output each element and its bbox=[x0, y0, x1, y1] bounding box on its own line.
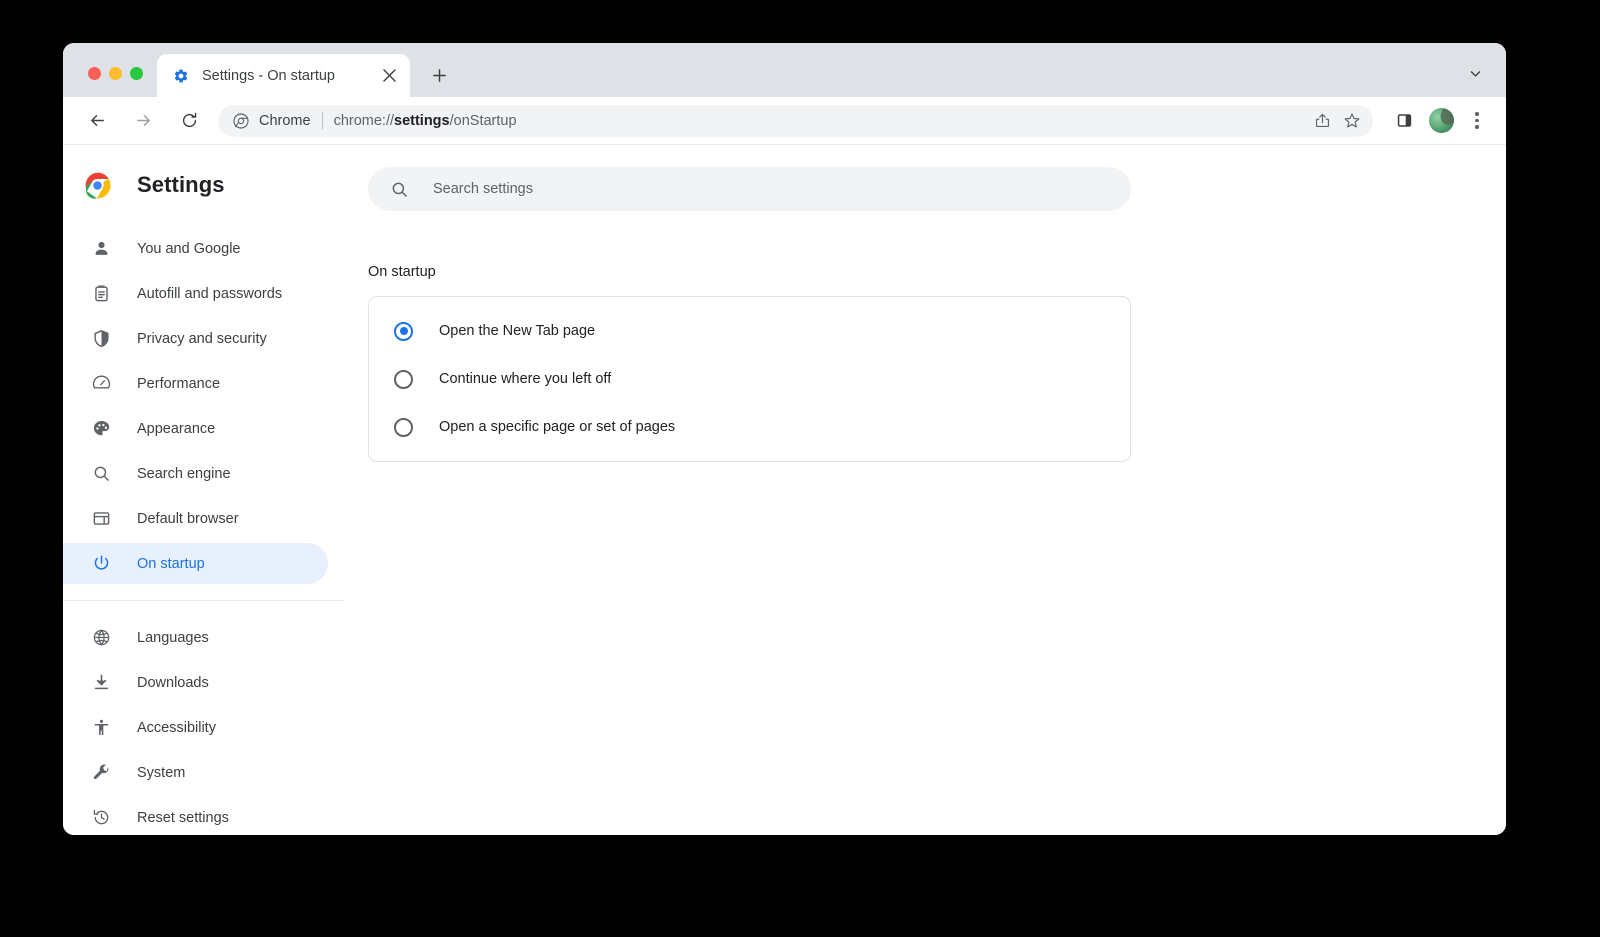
plus-icon bbox=[432, 68, 447, 83]
gear-icon bbox=[172, 67, 189, 84]
maximize-window-button[interactable] bbox=[130, 67, 143, 80]
url-prefix: chrome:// bbox=[334, 113, 394, 129]
on-startup-options-card: Open the New Tab page Continue where you… bbox=[368, 296, 1131, 462]
chevron-down-icon bbox=[1469, 67, 1482, 80]
sidebar-item-privacy-and-security[interactable]: Privacy and security bbox=[63, 318, 328, 359]
forward-button[interactable] bbox=[128, 106, 158, 136]
close-window-button[interactable] bbox=[88, 67, 101, 80]
sidebar-item-languages[interactable]: Languages bbox=[63, 617, 328, 658]
sidebar-item-you-and-google[interactable]: You and Google bbox=[63, 228, 328, 269]
browser-toolbar: Chrome chrome://settings/onStartup bbox=[63, 97, 1506, 145]
search-icon bbox=[91, 464, 111, 484]
radio-label: Open the New Tab page bbox=[439, 323, 595, 339]
settings-header: Settings bbox=[63, 162, 345, 208]
search-settings-bar[interactable] bbox=[368, 167, 1131, 211]
settings-nav-secondary: Languages Downloads bbox=[63, 615, 345, 835]
radio-option-open-new-tab-page[interactable]: Open the New Tab page bbox=[369, 307, 1130, 355]
settings-page: Settings You and Google bbox=[63, 145, 1506, 835]
sidebar-item-search-engine[interactable]: Search engine bbox=[63, 453, 328, 494]
sidebar-item-on-startup[interactable]: On startup bbox=[63, 543, 328, 584]
omnibox-actions bbox=[1307, 106, 1367, 136]
three-dot-menu-icon[interactable] bbox=[1462, 106, 1492, 136]
back-button[interactable] bbox=[82, 106, 112, 136]
tab-title: Settings - On startup bbox=[202, 68, 378, 84]
toolbar-right-actions bbox=[1383, 106, 1492, 136]
sidebar-item-default-browser[interactable]: Default browser bbox=[63, 498, 328, 539]
radio-option-open-specific-page[interactable]: Open a specific page or set of pages bbox=[369, 403, 1130, 451]
wrench-icon bbox=[91, 763, 111, 783]
url-suffix: /onStartup bbox=[450, 113, 517, 129]
new-tab-button[interactable] bbox=[424, 60, 454, 90]
sidebar-item-label: Accessibility bbox=[137, 720, 216, 736]
sidebar-item-label: Languages bbox=[137, 630, 209, 646]
power-icon bbox=[91, 554, 111, 574]
search-icon bbox=[389, 179, 409, 199]
omnibox-scheme-label: Chrome bbox=[259, 113, 311, 129]
tab-strip: Settings - On startup bbox=[63, 43, 1506, 97]
address-bar[interactable]: Chrome chrome://settings/onStartup bbox=[218, 105, 1373, 137]
radio-label: Open a specific page or set of pages bbox=[439, 419, 675, 435]
share-icon[interactable] bbox=[1307, 106, 1337, 136]
sidebar-item-autofill-and-passwords[interactable]: Autofill and passwords bbox=[63, 273, 328, 314]
sidebar-item-label: Search engine bbox=[137, 466, 231, 482]
sidebar-item-accessibility[interactable]: Accessibility bbox=[63, 707, 328, 748]
sidebar-item-label: Autofill and passwords bbox=[137, 286, 282, 302]
sidebar-item-label: On startup bbox=[137, 556, 205, 572]
radio-option-continue-where-you-left-off[interactable]: Continue where you left off bbox=[369, 355, 1130, 403]
sidebar-divider bbox=[63, 600, 344, 601]
arrow-left-icon bbox=[88, 111, 107, 130]
sidebar-item-label: Privacy and security bbox=[137, 331, 267, 347]
search-input[interactable] bbox=[433, 167, 1131, 211]
chrome-logo bbox=[84, 172, 111, 199]
sidebar-item-performance[interactable]: Performance bbox=[63, 363, 328, 404]
omnibox-url: chrome://settings/onStartup bbox=[334, 113, 1307, 129]
url-bold-segment: settings bbox=[394, 113, 450, 129]
sidebar-item-appearance[interactable]: Appearance bbox=[63, 408, 328, 449]
browser-tab[interactable]: Settings - On startup bbox=[157, 54, 410, 97]
settings-content: On startup Open the New Tab page Continu… bbox=[345, 145, 1506, 835]
clipboard-icon bbox=[91, 284, 111, 304]
reload-button[interactable] bbox=[174, 106, 204, 136]
radio-button[interactable] bbox=[394, 370, 413, 389]
chrome-icon bbox=[232, 112, 249, 129]
star-icon[interactable] bbox=[1337, 106, 1367, 136]
palette-icon bbox=[91, 419, 111, 439]
close-icon[interactable] bbox=[378, 65, 400, 87]
radio-label: Continue where you left off bbox=[439, 371, 611, 387]
avatar[interactable] bbox=[1429, 108, 1454, 133]
person-icon bbox=[91, 239, 111, 259]
arrow-right-icon bbox=[134, 111, 153, 130]
reload-icon bbox=[180, 111, 199, 130]
section-title: On startup bbox=[368, 264, 1506, 280]
sidebar-item-label: You and Google bbox=[137, 241, 240, 257]
speedometer-icon bbox=[91, 374, 111, 394]
omnibox-divider bbox=[322, 112, 323, 129]
settings-sidebar: Settings You and Google bbox=[63, 145, 345, 835]
radio-button[interactable] bbox=[394, 322, 413, 341]
download-icon bbox=[91, 673, 111, 693]
window-controls bbox=[63, 67, 143, 97]
sidebar-item-label: Downloads bbox=[137, 675, 209, 691]
tab-search-button[interactable] bbox=[1462, 60, 1488, 86]
sidebar-item-label: Performance bbox=[137, 376, 220, 392]
sidebar-item-label: System bbox=[137, 765, 185, 781]
settings-nav-primary: You and Google Autofill and passwords bbox=[63, 226, 345, 586]
sidebar-item-reset-settings[interactable]: Reset settings bbox=[63, 797, 328, 835]
globe-icon bbox=[91, 628, 111, 648]
sidebar-item-label: Default browser bbox=[137, 511, 239, 527]
shield-icon bbox=[91, 329, 111, 349]
side-panel-icon[interactable] bbox=[1389, 106, 1419, 136]
sidebar-item-system[interactable]: System bbox=[63, 752, 328, 793]
accessibility-icon bbox=[91, 718, 111, 738]
minimize-window-button[interactable] bbox=[109, 67, 122, 80]
sidebar-item-label: Appearance bbox=[137, 421, 215, 437]
sidebar-item-label: Reset settings bbox=[137, 810, 229, 826]
browser-window: Settings - On startup bbox=[63, 43, 1506, 835]
browser-window-icon bbox=[91, 509, 111, 529]
sidebar-item-downloads[interactable]: Downloads bbox=[63, 662, 328, 703]
history-icon bbox=[91, 808, 111, 828]
radio-button[interactable] bbox=[394, 418, 413, 437]
page-title: Settings bbox=[137, 172, 225, 198]
